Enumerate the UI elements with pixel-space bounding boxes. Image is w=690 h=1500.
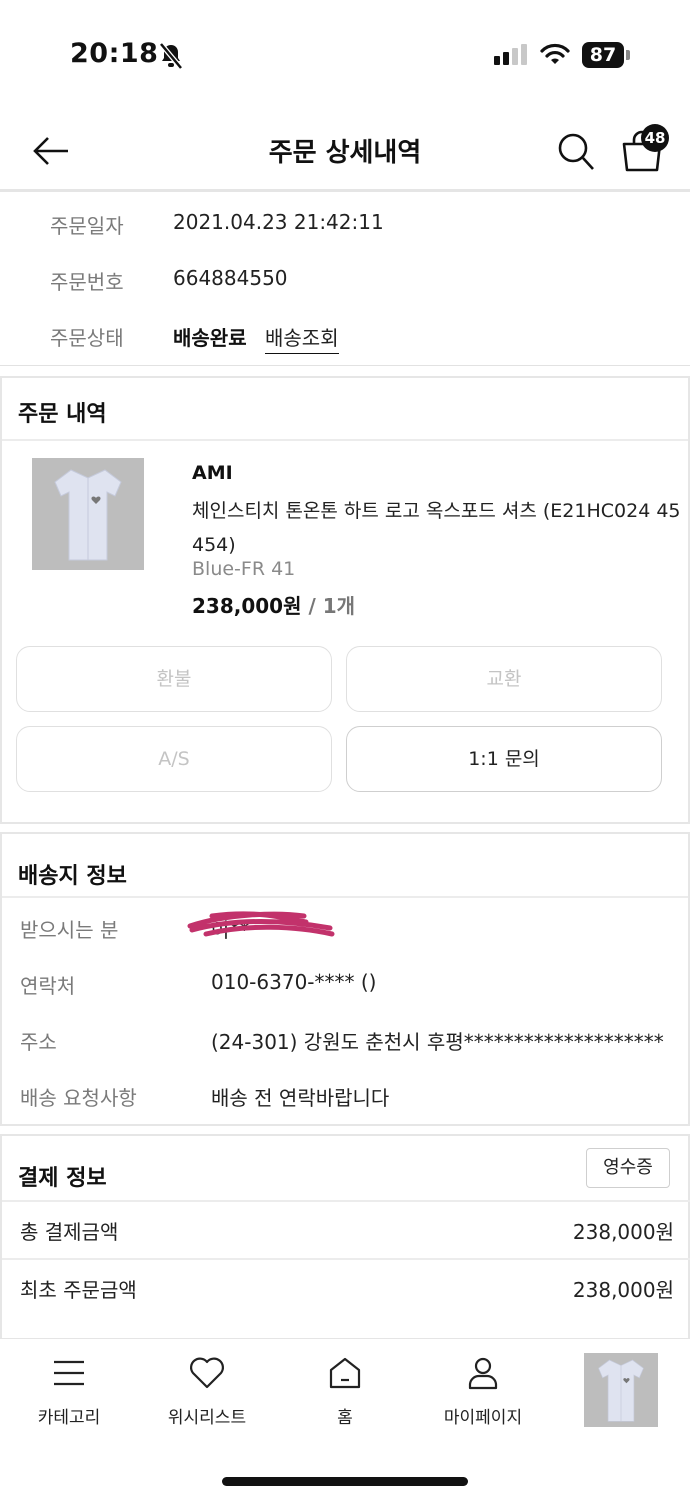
battery-icon: 87	[582, 42, 624, 68]
wifi-icon	[540, 43, 570, 64]
address-label: 주소	[20, 1030, 57, 1054]
delivery-request-row: 배송 요청사항 배송 전 연락바랍니다	[2, 1082, 690, 1112]
shipping-info-card: 배송지 정보 받으시는 분 이** 연락처 010-6370-**** () 주…	[0, 832, 690, 1126]
as-button[interactable]: A/S	[16, 726, 332, 792]
original-amount-row: 최초 주문금액 238,000원	[2, 1258, 690, 1316]
payment-title: 결제 정보	[18, 1166, 107, 1191]
user-icon	[468, 1357, 498, 1390]
status-time: 20:18	[70, 38, 159, 69]
shirt-icon	[54, 469, 122, 561]
shirt-icon	[598, 1359, 644, 1422]
tab-home-label: 홈	[337, 1408, 353, 1428]
product-brand: AMI	[192, 462, 233, 484]
redaction-scribble	[187, 911, 335, 937]
receipt-button[interactable]: 영수증	[586, 1148, 670, 1188]
address-row: 주소 (24-301) 강원도 춘천시 후평******************…	[2, 1026, 690, 1056]
order-status-label: 주문상태	[50, 326, 124, 350]
total-payment-row: 총 결제금액 238,000원	[2, 1200, 690, 1258]
bottom-tab-bar: 카테고리 위시리스트 홈 마이페이지	[0, 1338, 690, 1500]
menu-icon	[54, 1360, 84, 1386]
tab-category[interactable]: 카테고리	[9, 1355, 129, 1428]
order-date-value: 2021.04.23 21:42:11	[173, 210, 384, 234]
phone-label: 연락처	[20, 974, 76, 998]
app-header: 주문 상세내역	[0, 110, 690, 192]
order-status-value: 배송완료	[173, 326, 247, 350]
product-price-line: 238,000원 / 1개	[192, 590, 355, 619]
tracking-link[interactable]: 배송조회	[265, 322, 339, 354]
heart-icon	[190, 1357, 224, 1389]
order-number-label: 주문번호	[50, 270, 124, 294]
order-summary: 주문일자 2021.04.23 21:42:11 주문번호 664884550 …	[0, 196, 690, 366]
total-payment-value: 238,000원	[572, 1220, 674, 1244]
tab-wishlist-label: 위시리스트	[167, 1408, 247, 1428]
recent-product-thumbnail[interactable]	[584, 1353, 658, 1427]
order-number-value: 664884550	[173, 266, 288, 290]
tab-mypage-label: 마이페이지	[443, 1408, 523, 1428]
search-icon[interactable]	[556, 130, 596, 172]
refund-button[interactable]: 환불	[16, 646, 332, 712]
battery-tip	[626, 50, 630, 60]
payment-info-card: 결제 정보 영수증 총 결제금액 238,000원 최초 주문금액 238,00…	[0, 1134, 690, 1354]
product-quantity: / 1개	[301, 594, 356, 618]
product-image[interactable]	[32, 458, 144, 570]
original-amount-label: 최초 주문금액	[20, 1278, 137, 1302]
home-icon	[329, 1357, 361, 1389]
status-bar: 20:18 87	[0, 0, 690, 110]
inquiry-button[interactable]: 1:1 문의	[346, 726, 662, 792]
cellular-signal-icon	[494, 44, 527, 65]
original-amount-value: 238,000원	[572, 1278, 674, 1302]
home-indicator[interactable]	[222, 1477, 468, 1486]
order-items-title: 주문 내역	[18, 402, 107, 427]
tab-category-label: 카테고리	[37, 1408, 101, 1428]
exchange-button[interactable]: 교환	[346, 646, 662, 712]
tab-home[interactable]: 홈	[285, 1355, 405, 1428]
delivery-request-value: 배송 전 연락바랍니다	[211, 1086, 390, 1110]
product-name[interactable]: 체인스티치 톤온톤 하트 로고 옥스포드 셔츠 (E21HC024 45 454…	[192, 494, 682, 562]
recipient-label: 받으시는 분	[20, 918, 119, 942]
order-date-label: 주문일자	[50, 214, 124, 238]
tab-wishlist[interactable]: 위시리스트	[147, 1355, 267, 1428]
product-price: 238,000원	[192, 594, 302, 618]
address-value: (24-301) 강원도 춘천시 후평********************	[211, 1030, 664, 1054]
divider	[2, 439, 688, 441]
bell-off-icon	[159, 42, 183, 70]
cart-count-badge: 48	[641, 124, 669, 152]
delivery-request-label: 배송 요청사항	[20, 1086, 137, 1110]
phone-row: 연락처 010-6370-**** ()	[2, 970, 690, 1000]
divider	[2, 896, 688, 898]
total-payment-label: 총 결제금액	[20, 1220, 119, 1244]
phone-value: 010-6370-**** ()	[211, 970, 377, 994]
order-items-card: 주문 내역 AMI 체인스티치 톤온톤 하트 로고 옥스포드 셔츠 (E21HC…	[0, 376, 690, 824]
product-option: Blue-FR 41	[192, 558, 296, 580]
recipient-row: 받으시는 분 이**	[2, 911, 690, 944]
shipping-title: 배송지 정보	[18, 864, 127, 889]
tab-mypage[interactable]: 마이페이지	[423, 1355, 543, 1428]
